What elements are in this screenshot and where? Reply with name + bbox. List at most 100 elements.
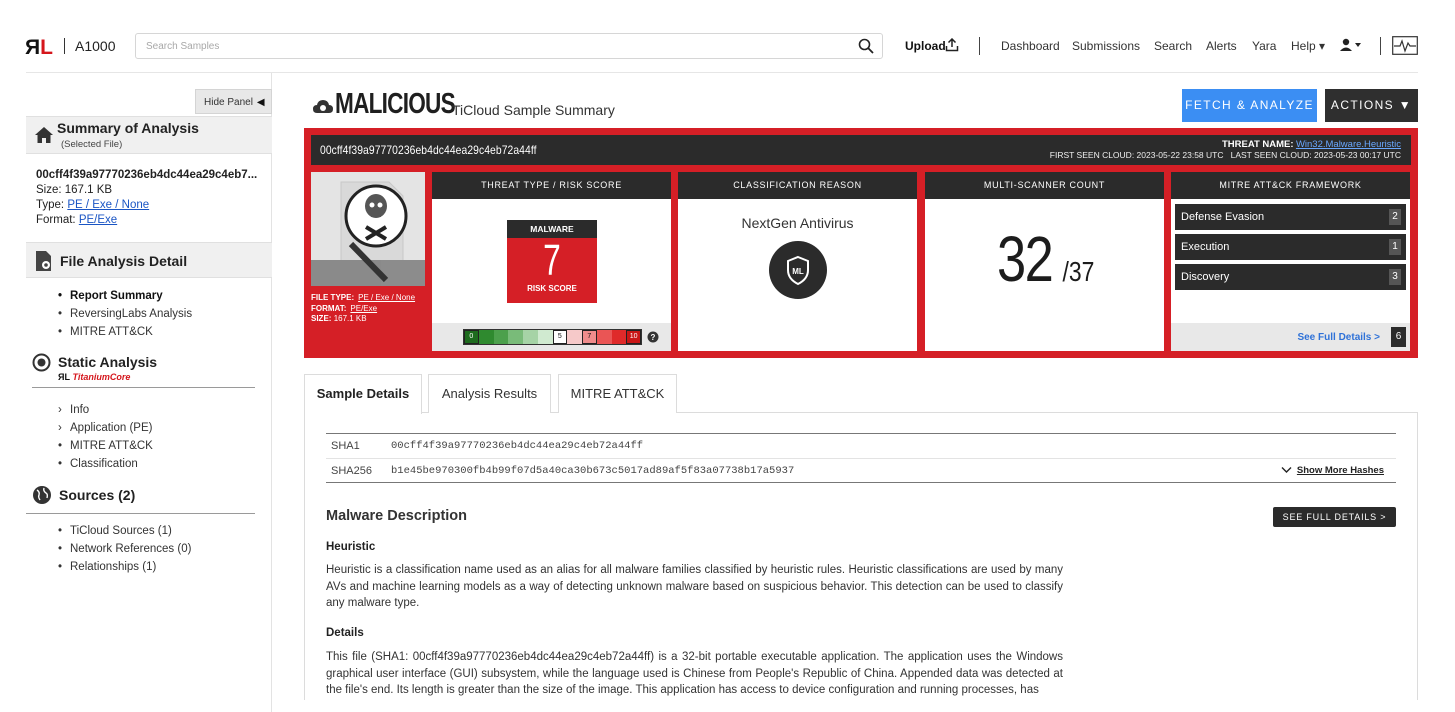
hash-table: SHA1 00cff4f39a97770236eb4dc44ea29c4eb72… <box>326 433 1396 483</box>
collapse-arrow-icon: ◀ <box>256 97 265 108</box>
tactic-name: Execution <box>1181 241 1230 253</box>
see-full-details-button[interactable]: SEE FULL DETAILS > <box>1273 507 1396 527</box>
heuristic-heading: Heuristic <box>326 541 376 553</box>
nav-link-help[interactable]: Help ▾ <box>1291 39 1325 53</box>
search-input[interactable] <box>136 34 836 58</box>
actions-button[interactable]: ACTIONS ▼ <box>1325 89 1418 122</box>
show-more-hashes-link[interactable]: Show More Hashes <box>1281 459 1384 483</box>
tab-sample-details[interactable]: Sample Details <box>304 374 422 414</box>
sidebar-item-report-summary[interactable]: • Report Summary <box>58 287 192 305</box>
sources-header[interactable]: Sources (2) <box>26 483 255 514</box>
sidebar-item-classification[interactable]: • Classification <box>58 455 153 473</box>
actions-label: ACTIONS <box>1330 98 1395 112</box>
scanner-count: 32/37 <box>925 222 1164 296</box>
mitre-tactic-row[interactable]: Execution 1 <box>1175 234 1406 260</box>
nav-link-submissions[interactable]: Submissions <box>1072 39 1140 53</box>
nav-link-yara[interactable]: Yara <box>1252 39 1276 53</box>
sidebar-item-network-references[interactable]: • Network References (0) <box>58 540 191 558</box>
hide-panel-button[interactable]: Hide Panel ◀ <box>195 89 272 114</box>
help-icon[interactable]: ? <box>647 331 659 343</box>
upload-button[interactable]: Upload <box>905 39 946 53</box>
threat-type-panel: THREAT TYPE / RISK SCORE MALWARE 7 RISK … <box>432 172 671 351</box>
malicious-file-icon <box>311 172 425 286</box>
mitre-footer: See Full Details > 6 <box>1171 323 1410 351</box>
titaniumcore-badge: ЯL TitaniumCore <box>58 372 130 382</box>
fetch-analyze-button[interactable]: FETCH & ANALYZE <box>1182 89 1317 122</box>
file-analysis-detail-header[interactable]: File Analysis Detail <box>26 242 272 278</box>
scanner-detected: 32 <box>997 223 1054 295</box>
hash-value: b1e45be970300fb4b99f07d5a40ca30b673c5017… <box>391 465 795 477</box>
sample-summary-card: 00cff4f39a97770236eb4dc44ea29c4eb72a44ff… <box>304 128 1418 358</box>
sidebar-item-mitre-attack-static[interactable]: • MITRE ATT&CK <box>58 437 153 455</box>
activity-monitor-icon[interactable] <box>1392 36 1418 55</box>
mitre-tactic-row[interactable]: Discovery 3 <box>1175 264 1406 290</box>
sidebar-item-label: Relationships (1) <box>70 561 157 573</box>
show-more-hashes-label: Show More Hashes <box>1296 465 1384 476</box>
hash-label: SHA1 <box>331 440 360 452</box>
classification-reason: NextGen Antivirus <box>741 215 854 231</box>
risk-score-box: MALWARE 7 RISK SCORE <box>507 220 597 303</box>
document-gear-icon <box>36 251 51 271</box>
chevron-right-icon: › <box>58 404 62 416</box>
tab-analysis-results[interactable]: Analysis Results <box>428 374 551 413</box>
scale-segment <box>493 330 509 344</box>
nav-link-search[interactable]: Search <box>1154 39 1192 53</box>
sources-list: • TiCloud Sources (1) • Network References… <box>58 522 191 576</box>
divider <box>1380 37 1381 55</box>
summary-of-analysis-header[interactable]: Summary of Analysis (Selected File) <box>26 116 272 154</box>
risk-scale: 0 5 7 10 ? <box>432 323 671 351</box>
static-analysis-header[interactable]: Static Analysis ЯL TitaniumCore <box>32 352 255 388</box>
summary-subtitle: TiCloud Sample Summary <box>452 102 615 118</box>
risk-score-label: RISK SCORE <box>527 284 577 293</box>
risk-scale-bar: 0 5 7 10 <box>463 329 642 345</box>
file-format-link[interactable]: PE/Exe <box>79 214 117 226</box>
scale-label-0: 0 <box>464 330 479 344</box>
tactic-count: 2 <box>1389 209 1401 225</box>
tactic-count: 3 <box>1389 269 1401 285</box>
sidebar-item-reversinglabs-analysis[interactable]: • ReversingLabs Analysis <box>58 305 192 323</box>
file-analysis-detail-title: File Analysis Detail <box>60 253 188 269</box>
sample-sha1: 00cff4f39a97770236eb4dc44ea29c4eb72a44ff <box>320 143 537 157</box>
mitre-tactic-row[interactable]: Defense Evasion 2 <box>1175 204 1406 230</box>
panel-title: CLASSIFICATION REASON <box>678 172 917 199</box>
sidebar-item-application-pe[interactable]: › Application (PE) <box>58 419 153 437</box>
mitre-total-count: 6 <box>1391 327 1406 347</box>
sidebar-item-relationships[interactable]: • Relationships (1) <box>58 558 191 576</box>
upload-icon[interactable] <box>945 38 959 52</box>
reversinglabs-logo[interactable]: RL <box>26 36 53 60</box>
top-navigation: RL A1000 Upload Dashboard Submissions Se… <box>0 0 1455 72</box>
scale-segment <box>567 330 582 344</box>
sidebar-item-label: ReversingLabs Analysis <box>70 308 193 320</box>
user-menu-icon[interactable] <box>1339 38 1363 52</box>
risk-score-value: 7 <box>543 236 561 285</box>
file-type-label: FILE TYPE: <box>311 293 355 302</box>
format-link[interactable]: PE/Exe <box>350 304 377 313</box>
search-icon[interactable] <box>858 38 874 54</box>
sidebar-item-info[interactable]: › Info <box>58 401 153 419</box>
details-heading: Details <box>326 627 364 639</box>
file-type-link[interactable]: PE / Exe / None <box>67 199 149 211</box>
titaniumcore-label: TitaniumCore <box>72 372 131 382</box>
file-name: 00cff4f39a97770236eb4dc44ea29c4eb7... <box>36 169 258 181</box>
scale-segment <box>523 330 538 344</box>
search-box <box>135 33 883 59</box>
nav-link-dashboard[interactable]: Dashboard <box>1001 39 1060 53</box>
sidebar-item-mitre-attack[interactable]: • MITRE ATT&CK <box>58 323 192 341</box>
scale-segment <box>611 330 627 344</box>
summary-title: Summary of Analysis <box>57 120 199 136</box>
tab-mitre-attack[interactable]: MITRE ATT&CK <box>558 374 677 413</box>
scale-segment <box>478 330 494 344</box>
panel-title: MULTI-SCANNER COUNT <box>925 172 1164 199</box>
sidebar-item-label: Network References (0) <box>70 543 192 555</box>
sidebar-item-ticloud-sources[interactable]: • TiCloud Sources (1) <box>58 522 191 540</box>
sidebar-item-label: Report Summary <box>70 290 163 302</box>
file-type-link[interactable]: PE / Exe / None <box>358 293 415 302</box>
see-full-details-link[interactable]: See Full Details > <box>1297 332 1380 343</box>
nav-link-alerts[interactable]: Alerts <box>1206 39 1237 53</box>
type-label: Type: <box>36 199 68 211</box>
scanner-total: /37 <box>1062 256 1095 287</box>
threat-name-link[interactable]: Win32.Malware.Heuristic <box>1296 139 1401 150</box>
rl-mark: ЯL <box>58 372 70 382</box>
scale-label-10: 10 <box>626 330 641 344</box>
scale-segment <box>537 330 553 344</box>
